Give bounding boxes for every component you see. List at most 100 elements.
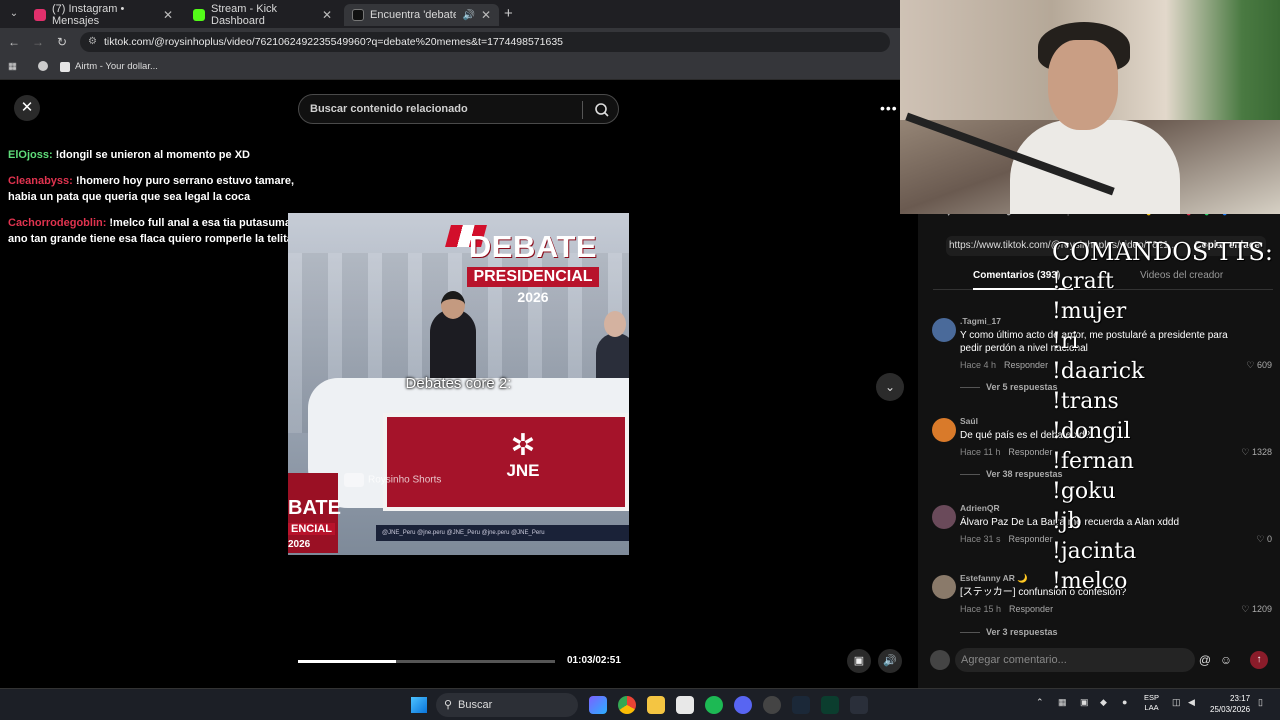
reply-button[interactable]: Responder (1008, 447, 1052, 457)
view-replies-button[interactable]: Ver 3 respuestas (986, 627, 1058, 637)
floating-player-icon[interactable]: ▣ (847, 649, 871, 673)
tts-command: !jb (1052, 509, 1082, 534)
search-icon[interactable] (594, 102, 610, 118)
tab-tiktok[interactable]: Encuentra 'debate memes' 🔊 ✕ (344, 4, 499, 26)
app-icon[interactable] (821, 696, 839, 714)
tts-command: !mujer (1052, 299, 1127, 324)
video-player[interactable]: DEBATE PRESIDENCIAL 2026 ✲ JNE BATE ENCI… (288, 213, 629, 555)
comment-author[interactable]: .Tagmi_17 (960, 316, 1001, 326)
comment-author[interactable]: AdrienQR (960, 503, 1000, 513)
volume-icon[interactable]: 🔊 (878, 649, 902, 673)
audio-playing-icon[interactable]: 🔊 (462, 10, 474, 21)
debate-logo: DEBATE PRESIDENCIAL 2026 (448, 229, 618, 305)
tray-chevron-icon[interactable]: ⌃ (1036, 697, 1044, 708)
bookmark-airtm[interactable]: Airtm - Your dollar... (60, 61, 158, 72)
more-options-icon[interactable]: ••• (880, 100, 898, 116)
youtube-watermark: Roysinho Shorts (344, 473, 441, 487)
tab-instagram[interactable]: (7) Instagram • Mensajes ✕ (26, 3, 181, 27)
close-tab-icon[interactable]: ✕ (322, 8, 332, 22)
windows-start-icon[interactable] (411, 697, 427, 713)
next-video-chevron-icon[interactable]: ⌄ (876, 373, 904, 401)
system-clock[interactable]: 23:17 25/03/2026 (1210, 693, 1250, 715)
tts-command: !trans (1052, 389, 1119, 414)
lang-layout: LAA (1144, 703, 1159, 712)
chat-text: !dongil se unieron al momento pe XD (55, 149, 250, 161)
copilot-icon[interactable] (589, 696, 607, 714)
debate-title: DEBATE (468, 229, 598, 264)
comment-author[interactable]: Estefanny AR 🌙 (960, 573, 1028, 584)
tab-label: (7) Instagram • Mensajes (52, 3, 125, 27)
network-icon[interactable]: ◫ (1172, 697, 1181, 708)
video-progress-bar[interactable] (298, 660, 555, 663)
chrome-icon[interactable] (618, 696, 636, 714)
site-info-icon[interactable]: ⚙ (88, 32, 97, 52)
comment-likes[interactable]: ♡ 1209 (1241, 604, 1272, 615)
tray-icon[interactable]: ▦ (1058, 697, 1067, 708)
avatar[interactable] (932, 418, 956, 442)
social-handles-strip: @JNE_Peru @jne.peru @JNE_Peru @jne.peru … (376, 525, 629, 541)
tts-command: !goku (1052, 479, 1116, 504)
close-tab-icon[interactable]: ✕ (481, 8, 491, 22)
comment-time: Hace 11 h (960, 447, 1001, 457)
taskbar-search[interactable]: ⚲ Buscar (436, 693, 578, 717)
like-count: 1209 (1251, 604, 1272, 614)
volume-icon[interactable]: ◀ (1188, 697, 1195, 708)
app-icon[interactable] (850, 696, 868, 714)
post-comment-button[interactable]: ↑ (1250, 651, 1268, 669)
comment-author[interactable]: Saúl (960, 416, 978, 426)
avatar[interactable] (932, 505, 956, 529)
forward-icon[interactable]: → (30, 34, 46, 50)
microphone-icon[interactable]: ● (1122, 697, 1127, 707)
discord-icon[interactable] (734, 696, 752, 714)
tts-command: !ri (1052, 329, 1079, 354)
tray-icon[interactable]: ▣ (1080, 697, 1089, 708)
steam-icon[interactable] (792, 696, 810, 714)
tab-list-chevron-icon[interactable]: ⌄ (6, 6, 22, 22)
comment-meta: Hace 4 h Responder (960, 360, 1048, 370)
related-search-input[interactable]: Buscar contenido relacionado (298, 94, 619, 124)
view-replies-button[interactable]: Ver 5 respuestas (986, 382, 1058, 392)
comment-input[interactable]: Agregar comentario... (955, 648, 1195, 672)
tab-comments[interactable]: Comentarios (393) (973, 270, 1060, 281)
airtm-icon (60, 61, 70, 72)
tab-kick[interactable]: Stream - Kick Dashboard ✕ (185, 3, 340, 27)
reply-button[interactable]: Responder (1009, 604, 1053, 614)
taskbar-search-label: Buscar (458, 699, 493, 711)
back-icon[interactable]: ← (6, 34, 22, 50)
store-icon[interactable] (676, 696, 694, 714)
streamer-face (1048, 40, 1118, 130)
apps-grid-icon[interactable]: ▦ (8, 61, 17, 72)
kick-icon (193, 9, 205, 21)
mention-icon[interactable]: @ (1198, 653, 1212, 667)
jne-label: JNE (506, 461, 540, 480)
file-explorer-icon[interactable] (647, 696, 665, 714)
tts-command: !fernan (1052, 449, 1134, 474)
chat-user: ElOjoss: (8, 149, 53, 161)
chat-message: ElOjoss: !dongil se unieron al momento pe… (8, 147, 308, 163)
url-field[interactable]: ⚙ tiktok.com/@roysinhoplus/video/7621062… (80, 32, 890, 52)
obs-icon[interactable] (763, 696, 781, 714)
notifications-icon[interactable]: ▯ (1258, 697, 1263, 708)
youtube-icon (344, 473, 364, 487)
webcam-overlay (900, 0, 1280, 214)
spotify-icon[interactable] (705, 696, 723, 714)
reload-icon[interactable]: ↻ (54, 34, 70, 50)
language-indicator[interactable]: ESP LAA (1144, 693, 1159, 713)
jne-emblem-icon: ✲ (510, 429, 536, 462)
corner-text: BATE (288, 497, 341, 519)
avatar[interactable] (932, 575, 956, 599)
reply-button[interactable]: Responder (1004, 360, 1048, 370)
tray-icon[interactable]: ◆ (1100, 697, 1107, 708)
chat-message: Cleanabyss: !homero hoy puro serrano estu… (8, 173, 318, 205)
bookmark-label: Airtm - Your dollar... (75, 61, 158, 72)
jne-logo: ✲ JNE (478, 431, 568, 481)
avatar[interactable] (932, 318, 956, 342)
tts-commands-overlay: COMANDOS TTS: !craft !mujer !ri !daarick… (1052, 237, 1273, 597)
chrome-icon[interactable] (38, 61, 48, 71)
reply-button[interactable]: Responder (1009, 534, 1053, 544)
new-tab-icon[interactable]: + (504, 5, 513, 22)
emoji-icon[interactable]: ☺ (1219, 653, 1233, 667)
close-video-button[interactable]: ✕ (14, 95, 40, 121)
close-tab-icon[interactable]: ✕ (163, 8, 173, 22)
comment-time: Hace 4 h (960, 360, 997, 370)
